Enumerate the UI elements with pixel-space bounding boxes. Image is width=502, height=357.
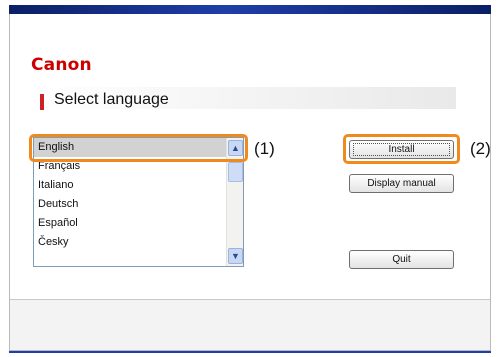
chevron-down-icon[interactable]: ▼: [228, 248, 243, 264]
page-title: Select language: [54, 91, 169, 108]
display-manual-button[interactable]: Display manual: [349, 174, 454, 193]
window-title-strip: [9, 5, 491, 14]
language-item-partial[interactable]: [34, 252, 227, 266]
heading-accent: [40, 94, 44, 110]
language-item-italiano[interactable]: Italiano: [34, 176, 227, 195]
window-bottom-strip: [9, 351, 491, 353]
highlight-install-button: [343, 134, 460, 164]
callout-2: (2): [470, 139, 491, 158]
canon-logo: Canon: [31, 55, 92, 75]
callout-1: (1): [254, 139, 275, 158]
language-item-espanol[interactable]: Español: [34, 214, 227, 233]
language-item-deutsch[interactable]: Deutsch: [34, 195, 227, 214]
highlight-language-selection: [29, 134, 248, 162]
bottom-panel: [10, 299, 490, 350]
scroll-thumb[interactable]: [228, 162, 243, 182]
language-item-cesky[interactable]: Česky: [34, 233, 227, 252]
quit-button[interactable]: Quit: [349, 250, 454, 269]
